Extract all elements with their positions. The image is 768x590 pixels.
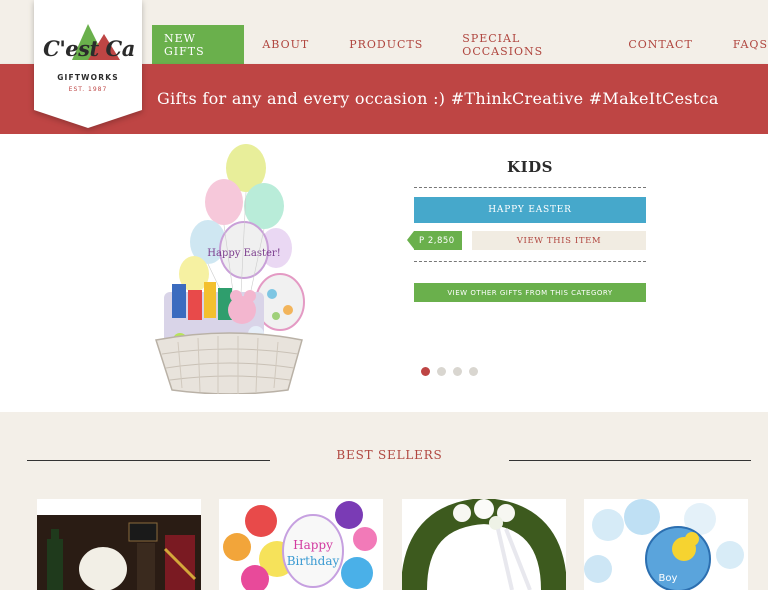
nav-faqs[interactable]: FAQS [733,38,768,51]
nav-special-occasions[interactable]: SPECIAL OCCASIONS [462,32,589,58]
hero-slider: Happy Easter! KIDS HAPPY EASTER P 2,850 … [0,134,768,412]
best-sellers-rule-right [509,460,751,461]
slider-dot-2[interactable] [437,367,446,376]
wine-gift-set-thumbnail-icon [37,499,201,590]
svg-text:Birthday: Birthday [287,554,340,568]
slider-dot-4[interactable] [469,367,478,376]
svg-text:Happy Easter!: Happy Easter! [207,248,280,259]
divider-bottom [414,261,646,262]
tagline-text: Gifts for any and every occasion :) #Thi… [157,89,719,108]
best-seller-item-1[interactable] [37,499,201,590]
view-item-button[interactable]: VIEW THIS ITEM [472,231,646,250]
best-seller-item-3[interactable] [402,499,566,590]
nav-new-gifts[interactable]: NEW GIFTS [152,25,245,64]
product-image[interactable]: Happy Easter! [150,144,310,395]
logo-subtitle: GIFTWORKS [57,73,119,82]
view-category-button[interactable]: VIEW OTHER GIFTS FROM THIS CATEGORY [414,283,646,302]
logo-script-text: C'est Ca [43,36,135,61]
divider-top [414,187,646,188]
slide-category-title: KIDS [507,158,553,176]
nav-contact[interactable]: CONTACT [628,38,693,51]
best-seller-item-2[interactable]: Happy Birthday [219,499,383,590]
best-sellers-title: BEST SELLERS [336,448,443,462]
best-seller-item-4[interactable]: Boy [584,499,748,590]
svg-text:Happy: Happy [293,538,333,552]
easter-basket-icon: Happy Easter! [155,144,305,395]
slider-dot-1[interactable] [421,367,430,376]
birthday-balloons-thumbnail-icon: Happy Birthday [219,499,383,590]
best-sellers-rule-left [27,460,270,461]
svg-text:Boy: Boy [659,573,678,584]
price-tag: P 2,850 [407,231,462,250]
logo-badge-icon [34,0,142,128]
nav-about[interactable]: ABOUT [262,38,309,51]
logo-established: EST. 1987 [68,86,108,93]
main-nav: NEW GIFTS ABOUT PRODUCTS SPECIAL OCCASIO… [152,25,768,64]
baby-boy-balloons-thumbnail-icon: Boy [584,499,748,590]
site-logo[interactable]: C'est Ca GIFTWORKS EST. 1987 [34,0,142,128]
slider-dot-3[interactable] [453,367,462,376]
product-name-bar[interactable]: HAPPY EASTER [414,197,646,223]
nav-products[interactable]: PRODUCTS [349,38,423,51]
slider-dots [421,367,485,376]
funeral-wreath-thumbnail-icon [402,499,566,590]
